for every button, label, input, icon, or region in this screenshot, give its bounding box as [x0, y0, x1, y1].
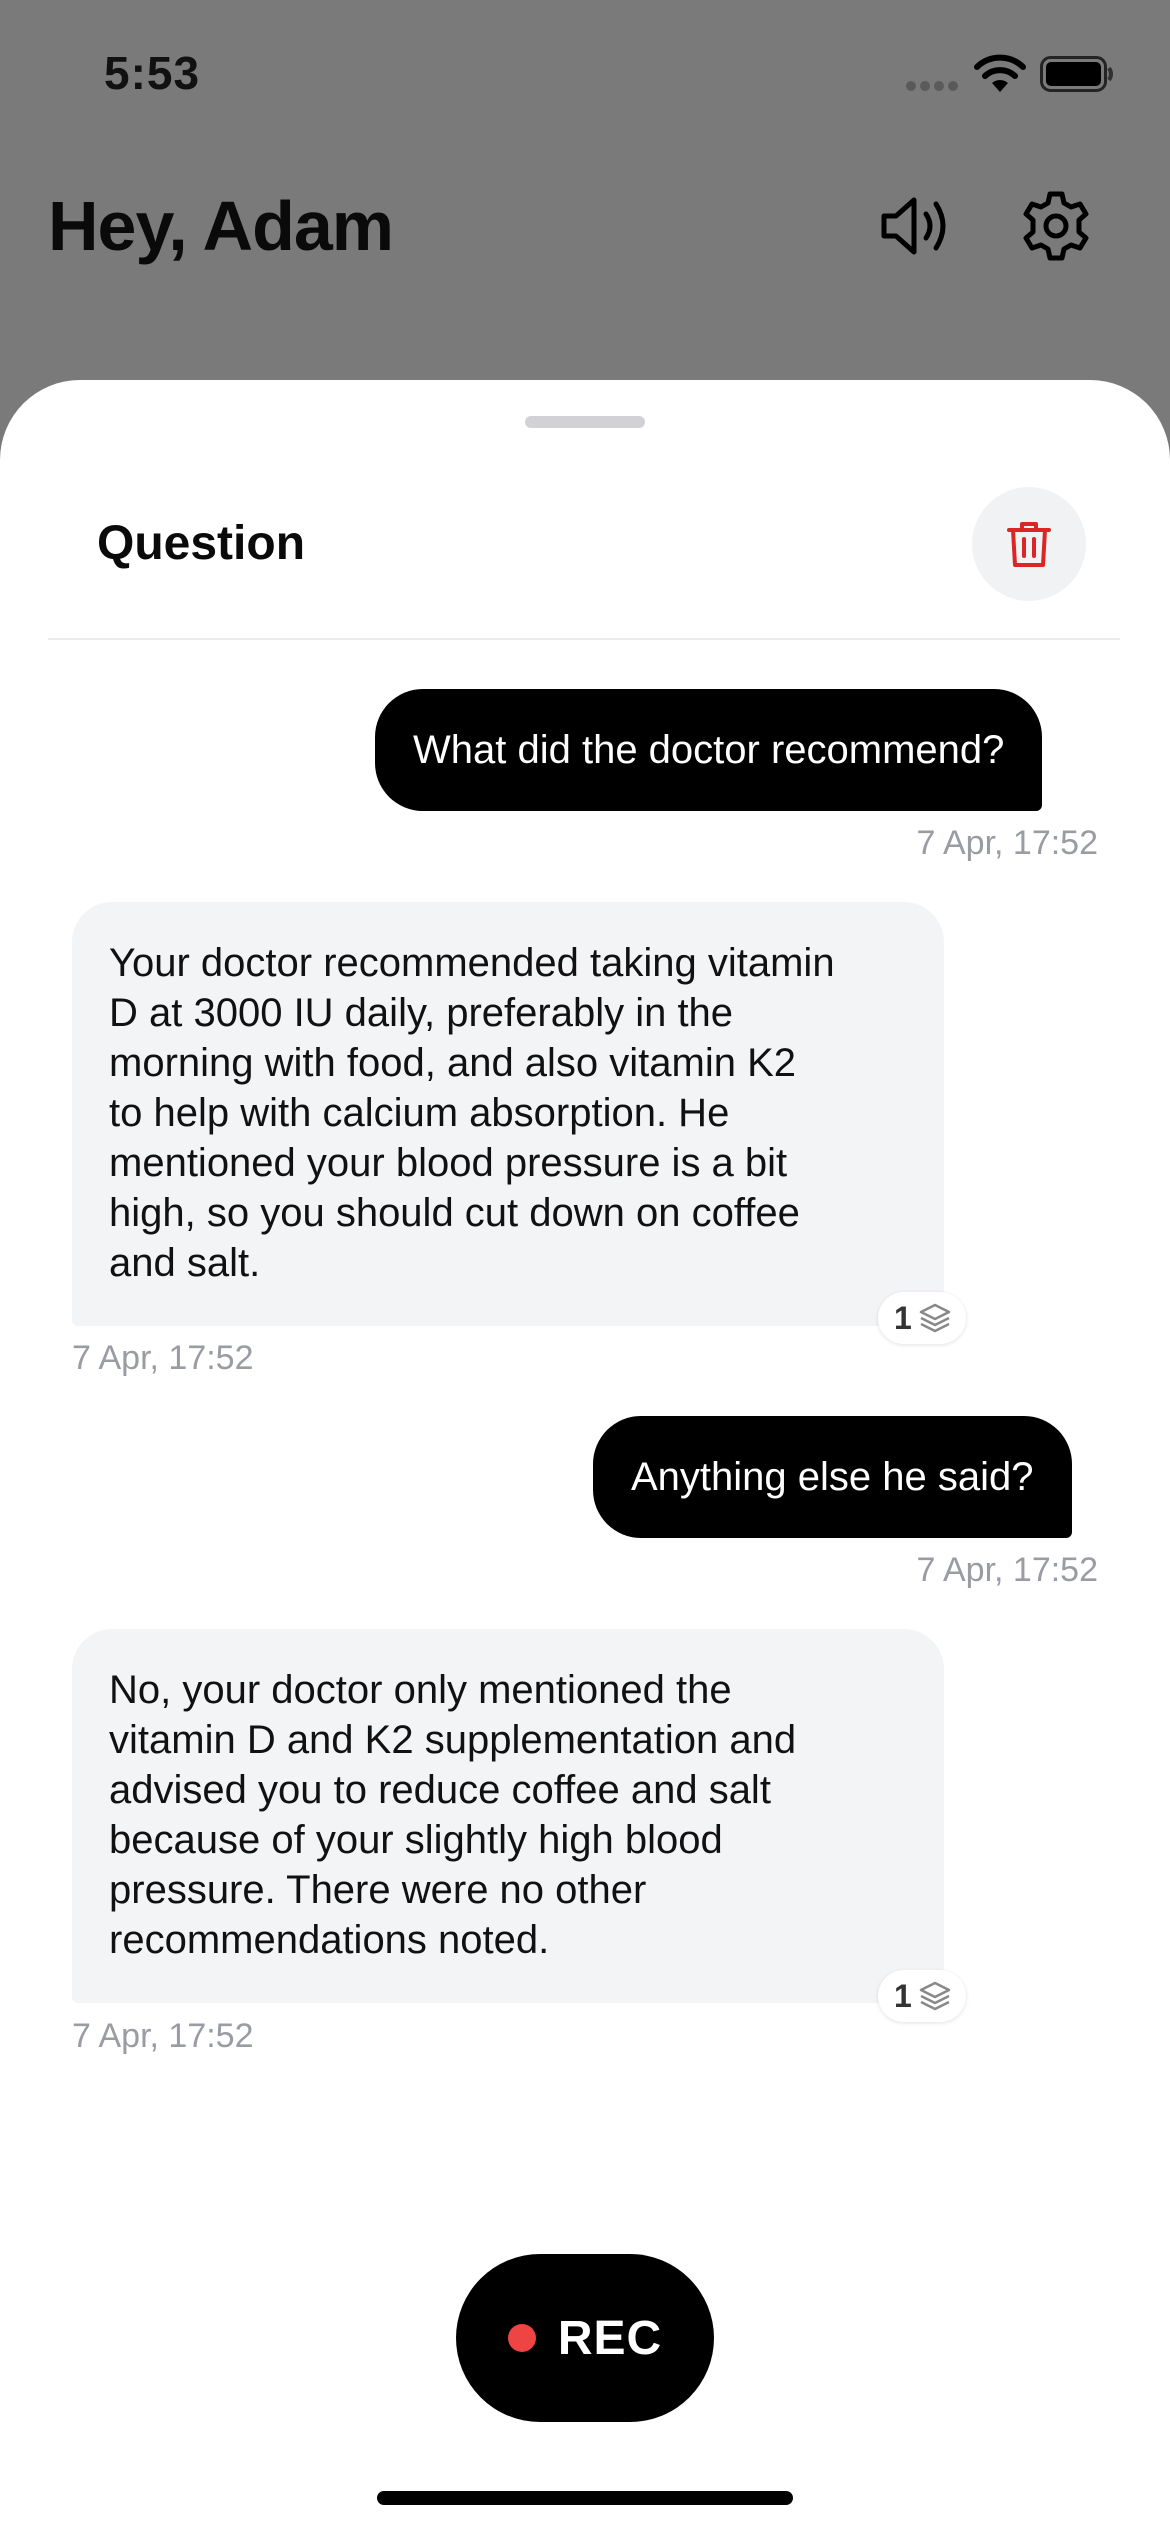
message-timestamp: 7 Apr, 17:52: [72, 2017, 254, 2055]
message-line: morning with food, and also vitamin K2: [109, 1041, 797, 1085]
signal-icon: [906, 81, 958, 91]
gear-icon[interactable]: [1018, 188, 1094, 264]
user-message: What did the doctor recommend?: [375, 689, 1043, 811]
wifi-icon: [974, 54, 1026, 92]
screen: 5:53 Hey, Adam Question What did the doc…: [0, 0, 1170, 2532]
message-line: high, so you should cut down on coffee: [109, 1191, 800, 1235]
user-message: Anything else he said?: [593, 1416, 1072, 1538]
sources-count: 1: [894, 1977, 912, 2014]
speaker-icon[interactable]: [878, 190, 954, 262]
message-line: D at 3000 IU daily, preferably in the: [109, 991, 734, 1035]
message-timestamp: 7 Apr, 17:52: [72, 1339, 254, 1377]
question-sheet: Question What did the doctor recommend? …: [0, 380, 1170, 2532]
sources-badge[interactable]: 1: [878, 1970, 966, 2022]
trash-icon: [1007, 522, 1051, 567]
assistant-message: Your doctor recommended taking vitamin D…: [72, 902, 944, 1326]
record-label: REC: [557, 2311, 663, 2365]
battery-icon: [1040, 56, 1113, 92]
record-button[interactable]: REC: [456, 2254, 714, 2422]
status-bar: 5:53: [0, 0, 1170, 150]
layers-icon: [919, 1303, 951, 1333]
message-line: recommendations noted.: [109, 1918, 550, 1962]
sheet-title: Question: [97, 517, 306, 570]
message-line: Your doctor recommended taking vitamin: [109, 941, 835, 985]
message-text: What did the doctor recommend?: [413, 728, 1005, 772]
message-line: and salt.: [109, 1241, 261, 1285]
page-title: Hey, Adam: [48, 187, 394, 265]
message-line: because of your slightly high blood: [109, 1818, 723, 1862]
message-line: vitamin D and K2 supplementation and: [109, 1718, 797, 1762]
header-divider: [48, 638, 1120, 640]
message-line: No, your doctor only mentioned the: [109, 1668, 732, 1712]
message-text: Anything else he said?: [631, 1455, 1034, 1499]
sources-badge[interactable]: 1: [878, 1292, 966, 1344]
message-line: to help with calcium absorption. He: [109, 1091, 730, 1135]
record-dot-icon: [507, 2324, 536, 2352]
sheet-grabber[interactable]: [525, 416, 645, 428]
layers-icon: [919, 1981, 951, 2011]
message-line: advised you to reduce coffee and salt: [109, 1768, 771, 1812]
message-line: mentioned your blood pressure is a bit: [109, 1141, 788, 1185]
sources-count: 1: [894, 1299, 912, 1336]
message-timestamp: 7 Apr, 17:52: [916, 1551, 1099, 1589]
home-indicator[interactable]: [377, 2491, 793, 2505]
message-timestamp: 7 Apr, 17:52: [916, 824, 1099, 862]
assistant-message: No, your doctor only mentioned the vitam…: [72, 1629, 944, 2003]
message-line: pressure. There were no other: [109, 1868, 647, 1912]
delete-button[interactable]: [972, 487, 1086, 601]
status-time: 5:53: [104, 47, 201, 99]
